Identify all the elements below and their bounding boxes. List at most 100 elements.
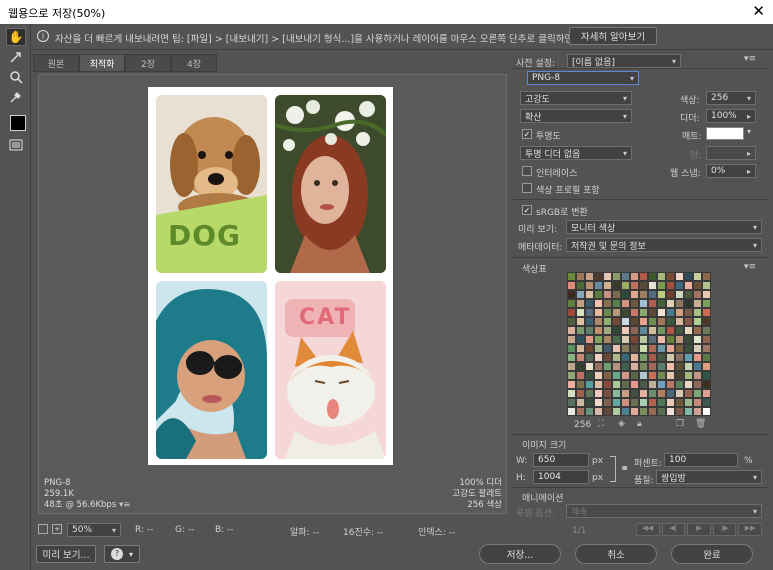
color-swatch[interactable] [621,371,630,380]
color-swatch[interactable] [630,272,639,281]
zoom-out-icon[interactable] [38,524,48,534]
color-swatch[interactable] [567,317,576,326]
color-swatch[interactable] [612,308,621,317]
color-swatch[interactable] [675,362,684,371]
color-swatch[interactable] [594,281,603,290]
color-swatch[interactable] [630,362,639,371]
color-swatch[interactable] [585,290,594,299]
color-swatch[interactable] [666,326,675,335]
color-swatch[interactable] [702,326,711,335]
color-swatch[interactable] [675,371,684,380]
color-swatch[interactable] [567,308,576,317]
lock-icon[interactable]: 🔒︎ [637,419,642,429]
color-swatch[interactable] [666,407,675,416]
color-swatch[interactable] [603,272,612,281]
color-swatch[interactable] [684,371,693,380]
color-swatch[interactable] [576,362,585,371]
color-swatch[interactable] [693,326,702,335]
color-swatch[interactable] [630,317,639,326]
color-swatch[interactable] [693,398,702,407]
color-swatch[interactable] [585,326,594,335]
color-swatch[interactable] [576,317,585,326]
color-swatch[interactable] [693,299,702,308]
color-swatch[interactable] [666,362,675,371]
color-swatch[interactable] [567,398,576,407]
color-swatch[interactable] [675,272,684,281]
color-swatch[interactable] [666,317,675,326]
color-swatch[interactable] [576,281,585,290]
color-swatch[interactable] [675,335,684,344]
color-swatch[interactable] [621,317,630,326]
embed-profile-checkbox[interactable] [522,183,532,193]
color-swatch[interactable] [576,272,585,281]
color-swatch[interactable] [702,362,711,371]
color-swatch[interactable] [657,362,666,371]
color-swatch[interactable] [594,326,603,335]
color-swatch[interactable] [702,317,711,326]
color-swatch[interactable] [567,272,576,281]
color-swatch[interactable] [693,407,702,416]
color-swatch[interactable] [666,272,675,281]
color-swatch[interactable] [594,335,603,344]
color-reduction-select[interactable]: 고강도 ▾ [520,91,632,105]
color-swatch[interactable] [585,362,594,371]
color-swatch[interactable] [576,380,585,389]
color-swatch[interactable] [684,281,693,290]
color-swatch[interactable] [603,290,612,299]
color-swatch[interactable] [684,326,693,335]
link-icon[interactable]: ⚭ [620,462,629,475]
color-swatch[interactable] [684,344,693,353]
color-swatch[interactable] [702,272,711,281]
color-swatch[interactable] [603,407,612,416]
color-swatch[interactable] [594,299,603,308]
color-swatch[interactable] [639,344,648,353]
color-swatch[interactable] [702,398,711,407]
color-swatch[interactable] [612,326,621,335]
color-swatch[interactable] [630,308,639,317]
color-swatch[interactable] [585,371,594,380]
color-swatch[interactable] [702,371,711,380]
color-swatch[interactable] [684,362,693,371]
color-swatch[interactable] [684,335,693,344]
color-swatch[interactable] [612,389,621,398]
color-swatch[interactable] [684,389,693,398]
color-swatch[interactable] [567,389,576,398]
color-swatch[interactable] [684,398,693,407]
color-swatch[interactable] [594,353,603,362]
color-swatch[interactable] [657,353,666,362]
color-swatch[interactable] [684,308,693,317]
color-swatch[interactable] [693,389,702,398]
color-swatch[interactable] [567,344,576,353]
color-swatch[interactable] [639,272,648,281]
color-swatch[interactable] [630,326,639,335]
color-swatch[interactable] [630,389,639,398]
color-swatch[interactable] [702,389,711,398]
height-input[interactable]: 1004 [533,470,589,484]
color-swatch[interactable] [612,335,621,344]
color-swatch[interactable] [612,344,621,353]
color-swatch[interactable] [630,398,639,407]
toggle-slices-icon[interactable] [6,136,26,154]
color-swatch[interactable] [639,362,648,371]
color-swatch[interactable] [666,353,675,362]
color-swatch[interactable] [585,335,594,344]
matte-color-swatch[interactable] [706,127,744,140]
color-swatch[interactable] [585,407,594,416]
color-swatch[interactable] [603,317,612,326]
color-swatch[interactable] [585,281,594,290]
color-swatch[interactable] [684,299,693,308]
interlaced-checkbox[interactable] [522,166,532,176]
color-swatch[interactable] [567,335,576,344]
cancel-button[interactable]: 취소 [575,544,657,564]
color-swatch[interactable] [657,371,666,380]
color-swatch[interactable] [657,380,666,389]
color-swatch[interactable] [576,299,585,308]
color-swatch[interactable] [639,407,648,416]
color-swatch[interactable] [612,281,621,290]
color-swatch[interactable] [621,308,630,317]
color-swatch[interactable] [612,380,621,389]
tab-original[interactable]: 원본 [33,54,79,72]
color-swatch[interactable] [585,389,594,398]
color-swatch[interactable] [621,272,630,281]
color-swatch[interactable] [702,344,711,353]
